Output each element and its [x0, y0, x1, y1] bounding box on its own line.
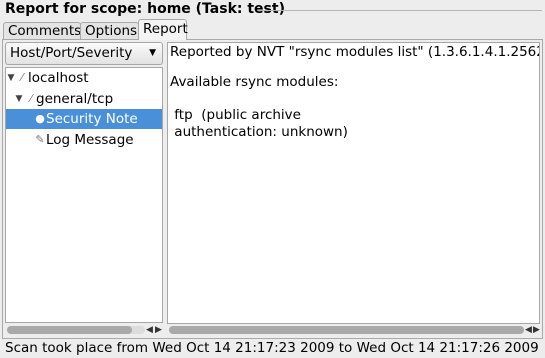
report-line: Reported by NVT "rsync modules list" (1.… [170, 44, 540, 60]
scroll-right-icon[interactable]: ▶ [155, 324, 162, 336]
log-icon: ✎ [35, 133, 45, 146]
view-selector-combo[interactable]: Host/Port/Severity ▼ [5, 42, 163, 65]
tree-node-label: Log Message [46, 132, 134, 148]
tree-node-label: localhost [28, 70, 89, 86]
report-text-view[interactable]: Reported by NVT "rsync modules list" (1.… [167, 42, 540, 324]
tree-node-label: Security Note [46, 111, 138, 127]
scroll-thumb[interactable] [7, 326, 132, 334]
port-icon: ⁄ [30, 92, 32, 105]
title-bar: Report for scope: home (Task: test) [0, 0, 545, 20]
tab-comments[interactable]: Comments [3, 22, 81, 40]
results-tree[interactable]: ▼ ⁄ localhost ▼ ⁄ general/tcp ● Security… [5, 67, 163, 323]
tab-options-label: Options [85, 23, 138, 39]
report-line: authentication: unknown) [170, 124, 348, 140]
tree-horizontal-scrollbar[interactable]: ◀ ▶ [5, 324, 163, 336]
scroll-left-icon[interactable]: ◀ [146, 324, 153, 336]
report-line: ftp (public archive [170, 107, 301, 123]
report-line: Available rsync modules: [170, 74, 339, 90]
tab-report-label: Report [143, 21, 188, 37]
expander-down-icon[interactable]: ▼ [14, 89, 24, 109]
tree-node-security-note[interactable]: ● Security Note [6, 109, 162, 129]
tree-node-localhost[interactable]: ▼ ⁄ localhost [6, 68, 162, 88]
tab-options[interactable]: Options [80, 22, 139, 40]
window-title: Report for scope: home (Task: test) [5, 1, 285, 17]
scroll-thumb[interactable] [169, 326, 524, 334]
scroll-left-icon[interactable]: ◀ [525, 324, 532, 336]
host-icon: ⁄ [21, 71, 23, 84]
title-divider [258, 10, 542, 11]
chevron-down-icon: ▼ [149, 48, 156, 58]
tree-node-log-message[interactable]: ✎ Log Message [6, 130, 162, 150]
tab-comments-label: Comments [8, 23, 82, 39]
status-bar: Scan took place from Wed Oct 14 21:17:23… [5, 340, 539, 356]
view-selector-value: Host/Port/Severity [10, 45, 133, 61]
tree-node-label: general/tcp [36, 91, 114, 107]
tab-report[interactable]: Report [138, 19, 188, 40]
expander-down-icon[interactable]: ▼ [6, 68, 16, 88]
note-icon: ● [35, 112, 45, 125]
report-horizontal-scrollbar[interactable]: ◀ ▶ [167, 324, 540, 336]
scroll-right-icon[interactable]: ▶ [533, 324, 540, 336]
tree-node-general-tcp[interactable]: ▼ ⁄ general/tcp [6, 89, 162, 109]
